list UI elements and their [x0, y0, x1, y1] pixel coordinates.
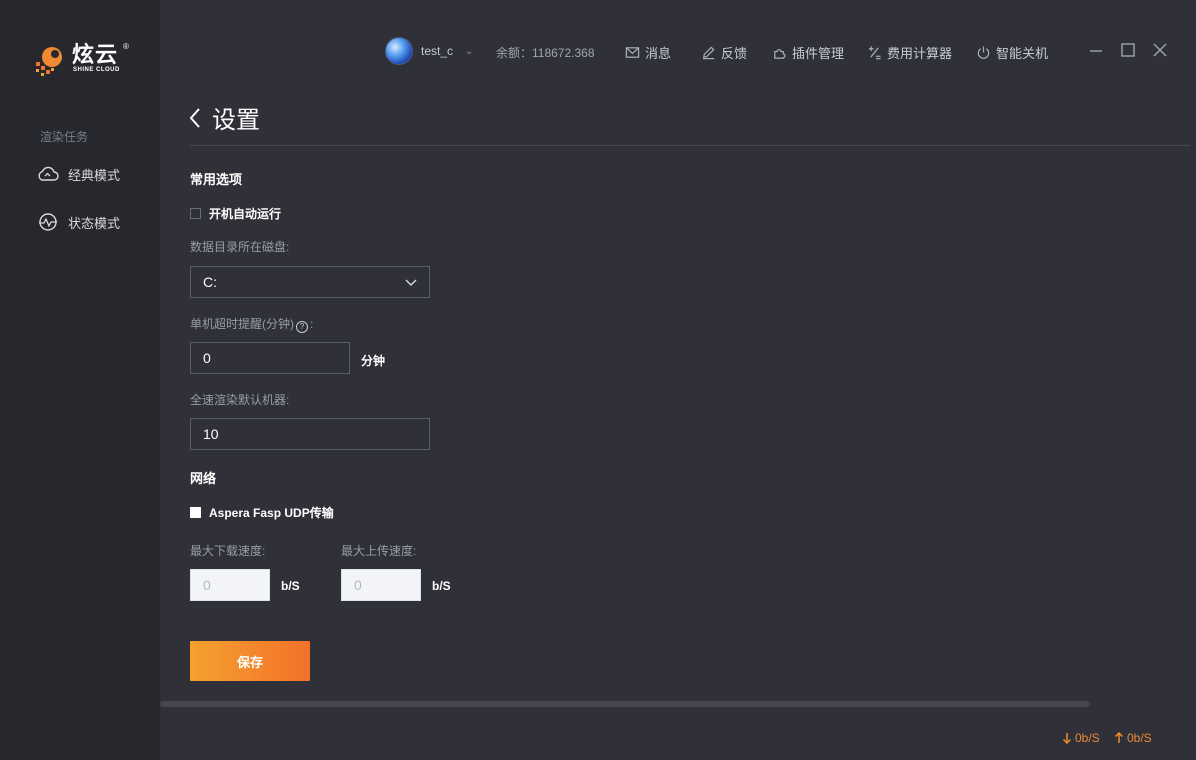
download-speed-status: 0b/S [1062, 731, 1100, 745]
smart-shutdown-label: 智能关机 [996, 46, 1049, 61]
messages-link[interactable]: 消息 [625, 43, 671, 62]
horizontal-scrollbar[interactable] [160, 701, 1090, 707]
max-download-input[interactable]: 0 [190, 569, 270, 601]
messages-label: 消息 [645, 46, 672, 61]
calculator-icon [868, 46, 881, 60]
common-options-title: 常用选项 [190, 172, 243, 187]
chevron-down-icon [405, 279, 417, 286]
max-upload-label: 最大上传速度: [341, 544, 417, 558]
max-upload-value: 0 [354, 577, 362, 593]
avatar [385, 37, 413, 65]
sidebar-item-label: 经典模式 [68, 167, 121, 183]
chevron-down-icon: ⌄ [465, 45, 474, 57]
sidebar-item-classic-mode[interactable]: 经典模式 [36, 164, 120, 184]
back-arrow-icon[interactable] [188, 107, 202, 129]
autostart-checkbox[interactable] [190, 208, 201, 219]
minimize-button[interactable] [1088, 42, 1104, 58]
upload-speed-status: 0b/S [1114, 731, 1152, 745]
autostart-label: 开机自动运行 [209, 207, 282, 221]
power-icon [977, 46, 990, 59]
pencil-icon [702, 46, 715, 60]
aspera-option[interactable]: Aspera Fasp UDP传输 [190, 504, 334, 521]
plugin-manager-label: 插件管理 [792, 46, 845, 61]
timeout-input-value: 0 [203, 350, 211, 366]
close-button[interactable] [1152, 42, 1168, 58]
sidebar: 炫云 SHINE CLOUD ® 渲染任务 经典模式 状态模式 [0, 0, 160, 760]
aspera-checkbox[interactable] [190, 507, 201, 518]
timeout-label-text: 单机超时提醒(分钟) [190, 317, 294, 331]
sidebar-section-label: 渲染任务 [40, 130, 89, 144]
cost-calculator-label: 费用计算器 [887, 46, 953, 61]
smart-shutdown-link[interactable]: 智能关机 [976, 43, 1048, 62]
max-download-value: 0 [203, 577, 211, 593]
minimize-icon [1090, 50, 1102, 52]
brand-name: 炫云 [72, 42, 119, 67]
plugin-manager-link[interactable]: 插件管理 [772, 43, 844, 62]
default-machines-input[interactable]: 10 [190, 418, 430, 450]
user-name: test_c [421, 44, 454, 58]
aspera-label: Aspera Fasp UDP传输 [209, 506, 334, 520]
download-speed-value: 0b/S [1075, 731, 1100, 745]
cost-calculator-link[interactable]: 费用计算器 [867, 43, 952, 62]
max-upload-input[interactable]: 0 [341, 569, 421, 601]
arrow-up-icon [1114, 732, 1124, 743]
max-upload-unit: b/S [432, 579, 451, 593]
plugin-icon [774, 49, 786, 59]
autostart-option[interactable]: 开机自动运行 [190, 205, 281, 222]
header-divider [190, 145, 1190, 146]
brand-registered-mark: ® [123, 42, 129, 51]
upload-speed-value: 0b/S [1127, 731, 1152, 745]
default-machines-input-value: 10 [203, 426, 219, 442]
arrow-down-icon [1062, 733, 1072, 744]
account-balance: 余额：118672.368 [496, 46, 595, 60]
sidebar-item-label: 状态模式 [68, 215, 121, 231]
maximize-icon [1121, 43, 1135, 57]
top-bar: test_c ⌄ 余额：118672.368 消息 反馈 插件管理 费用计算器 … [160, 0, 1196, 100]
max-download-label: 最大下载速度: [190, 544, 266, 558]
max-download-unit: b/S [281, 579, 300, 593]
timeout-label-colon: : [310, 317, 314, 331]
close-icon [1153, 43, 1167, 57]
page-title: 设置 [212, 107, 260, 134]
disk-select-value: C: [203, 274, 217, 290]
brand-logo: 炫云 SHINE CLOUD ® [34, 42, 134, 78]
timeout-input[interactable]: 0 [190, 342, 350, 374]
maximize-button[interactable] [1120, 42, 1136, 58]
help-icon[interactable]: ? [296, 321, 308, 333]
shine-cloud-logo-icon [36, 47, 62, 76]
page-header: 设置 [188, 100, 260, 135]
feedback-label: 反馈 [721, 46, 748, 61]
disk-label: 数据目录所在磁盘: [190, 240, 290, 254]
status-gauge-icon [39, 213, 57, 231]
sidebar-item-status-mode[interactable]: 状态模式 [36, 212, 120, 232]
cloud-icon [38, 166, 59, 181]
default-machines-label: 全速渲染默认机器: [190, 393, 290, 407]
network-title: 网络 [190, 471, 217, 486]
timeout-unit: 分钟 [361, 354, 386, 368]
user-menu[interactable]: test_c ⌄ [385, 37, 473, 65]
brand-subtitle: SHINE CLOUD [73, 67, 120, 73]
save-button[interactable]: 保存 [190, 641, 310, 681]
disk-select[interactable]: C: [190, 266, 430, 298]
mail-icon [625, 47, 640, 58]
feedback-link[interactable]: 反馈 [701, 43, 747, 62]
timeout-label: 单机超时提醒(分钟)?: [190, 315, 313, 333]
